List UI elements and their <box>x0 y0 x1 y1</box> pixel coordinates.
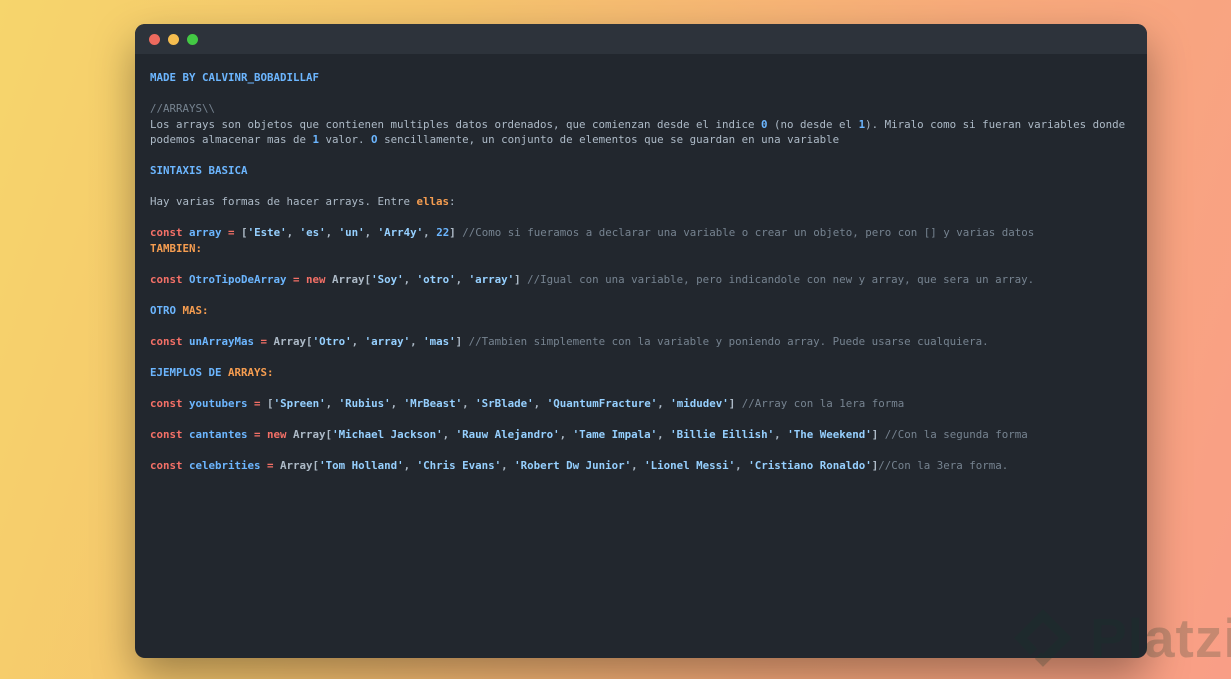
traffic-light-close-button[interactable] <box>149 33 160 45</box>
code-line: const youtubers = ['Spreen', 'Rubius', '… <box>150 396 905 410</box>
code-line: const celebrities = Array['Tom Holland',… <box>150 458 1009 472</box>
code-line: SINTAXIS BASICA <box>150 164 248 177</box>
code-line: Hay varias formas de hacer arrays. Entre… <box>150 195 456 208</box>
code-area: MADE BY CALVINR_BOBADILLAF //ARRAYS\\ Los… <box>135 54 1147 489</box>
code-line: Los arrays son objetos que contienen mul… <box>150 117 1126 131</box>
code-line: podemos almacenar mas de 1 valor. O senc… <box>150 133 840 146</box>
code-line: const cantantes = new Array['Michael Jac… <box>150 427 1028 441</box>
code-line: OTRO MAS: <box>150 303 209 317</box>
code-line: const array = ['Este', 'es', 'un', 'Arr4… <box>150 226 1035 239</box>
code-line: MADE BY CALVINR_BOBADILLAF <box>150 71 320 84</box>
code-line: //ARRAYS\\ <box>150 102 216 115</box>
code-line: const OtroTipoDeArray = new Array['Soy',… <box>150 272 1035 286</box>
code-line: TAMBIEN: <box>150 241 203 255</box>
code-line: const unArrayMas = Array['Otro', 'array'… <box>150 334 989 348</box>
code-window: MADE BY CALVINR_BOBADILLAF //ARRAYS\\ Los… <box>135 24 1147 658</box>
traffic-light-maximize-button[interactable] <box>187 33 198 45</box>
page-background: { "window": { "background": "#22272e", "… <box>0 0 1231 679</box>
traffic-light-minimize-button[interactable] <box>168 33 179 45</box>
code-line: EJEMPLOS DE ARRAYS: <box>150 365 274 379</box>
window-titlebar <box>135 24 1147 54</box>
